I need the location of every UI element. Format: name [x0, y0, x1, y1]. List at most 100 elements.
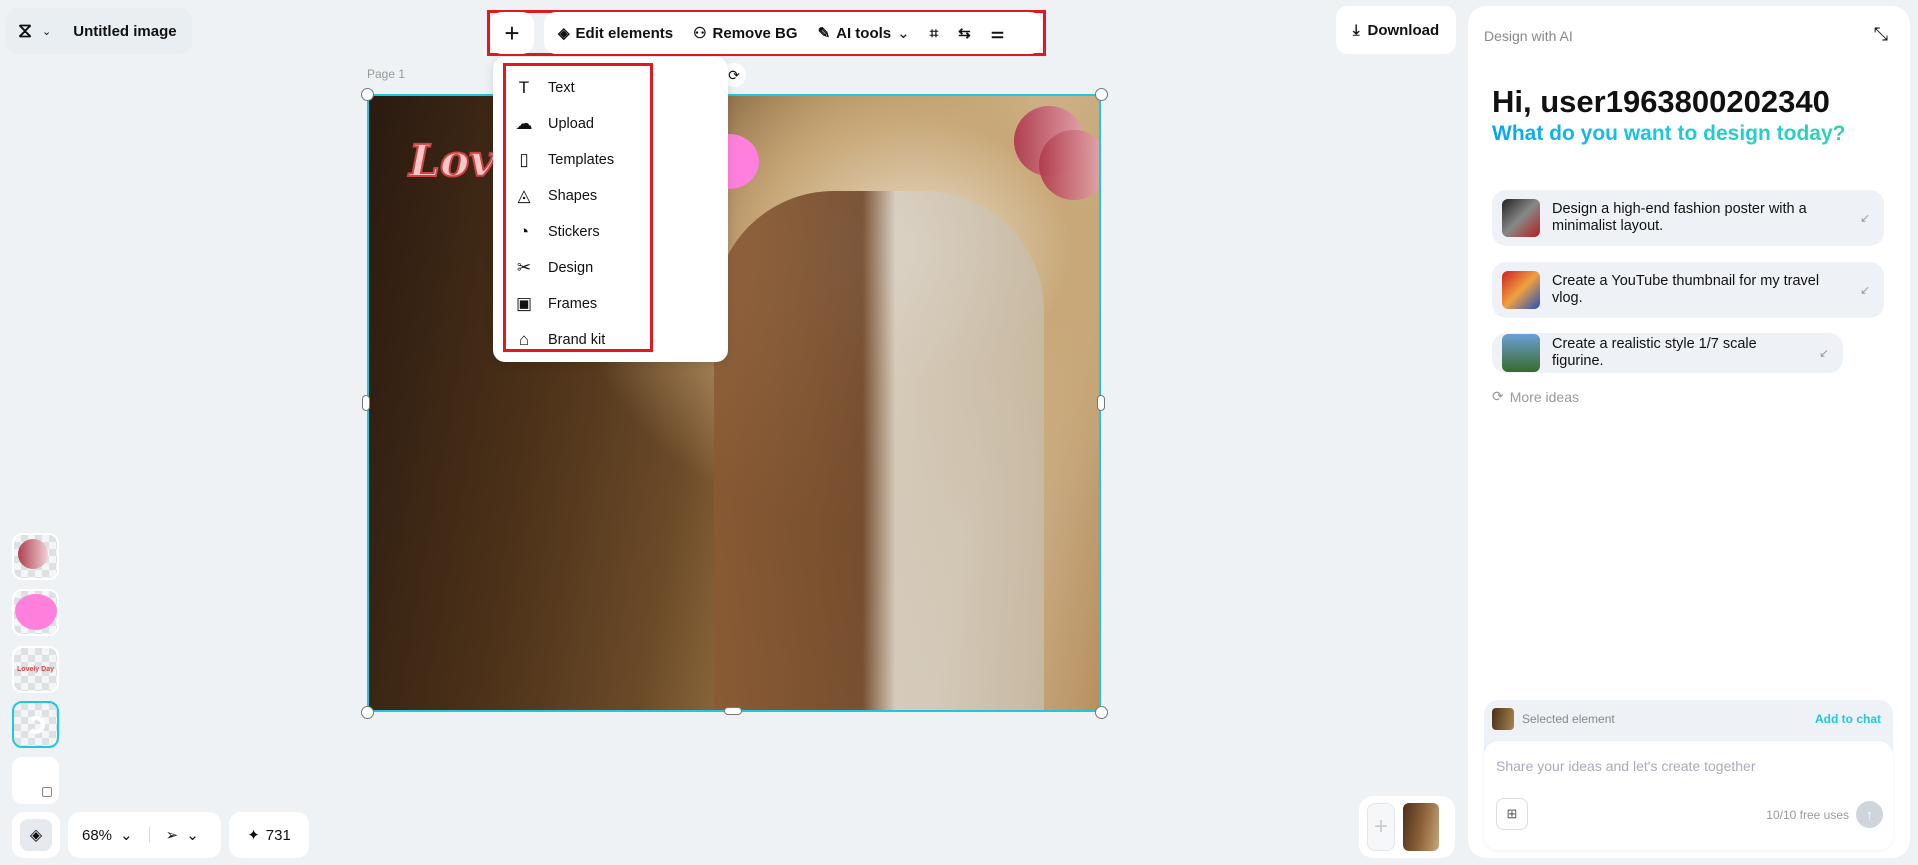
selected-element: Selected element	[1492, 708, 1615, 730]
credits-button[interactable]: ✦ 731	[229, 812, 309, 858]
menu-item-label: Templates	[548, 152, 615, 168]
add-menu-highlight: T Text ☁ Upload ▯ Templates ◬ Shapes ◔ Sticke…	[503, 63, 653, 352]
remove-bg-label: Remove BG	[712, 24, 798, 42]
suggestion-thumbnail	[1502, 199, 1540, 237]
templates-icon: ▯	[519, 150, 529, 169]
adjust-icon[interactable]: ⚌	[991, 24, 1004, 42]
upload-icon: ☁	[515, 114, 533, 133]
layers-icon: ◈	[20, 819, 52, 851]
add-image-icon[interactable]: ⊞	[1496, 798, 1528, 830]
zoom-controls: 68% ⌄ ➢ ⌄	[68, 812, 221, 858]
divider	[148, 827, 150, 843]
refresh-icon: ⟳	[1492, 388, 1504, 404]
download-icon: ⤓	[1352, 21, 1360, 39]
resize-handle[interactable]	[361, 88, 374, 101]
crop-icon[interactable]: ⌗	[930, 25, 938, 42]
ai-panel: Design with AI ⤡ Hi, user1963800202340 W…	[1468, 6, 1910, 858]
toolbar: ◈ Edit elements ⚇ Remove BG ✎ AI tools ⌄ ⌗ ⇆…	[544, 12, 1042, 54]
layer-thumb-circles[interactable]	[12, 533, 59, 580]
suggestion-item[interactable]: Create a realistic style 1/7 scale figur…	[1492, 333, 1843, 373]
frames-icon: ▣	[515, 294, 533, 313]
page-thumbnail[interactable]	[1403, 803, 1439, 851]
layer-thumb-heart[interactable]	[12, 589, 59, 636]
greeting: Hi, user1963800202340	[1492, 84, 1830, 119]
suggestion-thumbnail	[1502, 334, 1540, 372]
chat-input[interactable]: Share your ideas and let's create togeth…	[1496, 758, 1756, 774]
suggestion-item[interactable]: Design a high-end fashion poster with a …	[1492, 190, 1884, 246]
resize-handle[interactable]	[1095, 88, 1108, 101]
menu-item-label: Brand kit	[548, 332, 606, 348]
download-button[interactable]: ⤓ Download	[1336, 6, 1456, 54]
chevron-down-icon[interactable]: ⌄	[120, 826, 133, 844]
chat-composer: Selected element Add to chat Share your …	[1484, 700, 1893, 850]
menu-item-label: Text	[548, 80, 575, 96]
couple-photo-figure	[714, 191, 1044, 710]
menu-item-upload[interactable]: ☁ Upload	[506, 106, 650, 142]
menu-item-brand-kit[interactable]: ⌂ Brand kit	[506, 322, 650, 358]
menu-item-text[interactable]: T Text	[506, 70, 650, 106]
arrow-icon: ↙	[1859, 282, 1870, 297]
remove-bg-button[interactable]: ⚇ Remove BG	[693, 24, 798, 43]
credits-count: 731	[265, 826, 291, 844]
add-menu: T Text ☁ Upload ▯ Templates ◬ Shapes ◔ Sticke…	[493, 57, 728, 362]
chevron-down-icon[interactable]: ⌄	[42, 25, 51, 38]
menu-item-templates[interactable]: ▯ Templates	[506, 142, 650, 178]
ai-tools-label: AI tools	[836, 24, 892, 42]
resize-handle[interactable]	[362, 395, 370, 411]
layer-thumb-text[interactable]: Lovely Day	[12, 646, 59, 693]
logo-icon[interactable]: ⧖	[18, 20, 32, 43]
suggestion-text: Create a realistic style 1/7 scale figur…	[1552, 336, 1757, 369]
subtitle: What do you want to design today?	[1492, 122, 1846, 145]
replace-icon[interactable]: ⇆	[958, 24, 971, 42]
arrow-icon: ↙	[1859, 210, 1870, 225]
magic-wand-icon: ✎	[817, 25, 831, 42]
suggestion-item[interactable]: Create a YouTube thumbnail for my travel…	[1492, 262, 1884, 318]
canvas-image[interactable]: Lov	[367, 94, 1101, 712]
more-ideas-button[interactable]: ⟳ More ideas	[1492, 388, 1579, 405]
add-to-chat-button[interactable]: Add to chat	[1815, 712, 1881, 726]
download-label: Download	[1367, 21, 1440, 39]
chevron-down-icon[interactable]: ⌄	[186, 826, 199, 844]
resize-handle[interactable]	[724, 707, 742, 715]
menu-item-design[interactable]: ✂ Design	[506, 250, 650, 286]
layer-thumb-background[interactable]	[12, 757, 59, 804]
add-page-button[interactable]: +	[1367, 803, 1395, 851]
edit-elements-label: Edit elements	[575, 24, 674, 42]
menu-item-label: Frames	[548, 296, 598, 312]
resize-handle[interactable]	[361, 706, 374, 719]
cursor-icon[interactable]: ➢	[166, 826, 179, 844]
menu-item-label: Shapes	[548, 188, 598, 204]
menu-item-label: Upload	[548, 116, 594, 132]
collapse-icon[interactable]: ⤡	[1874, 24, 1888, 45]
more-ideas-label: More ideas	[1509, 388, 1579, 405]
layers-panel-button[interactable]: ◈	[12, 812, 60, 858]
layer-thumb-photo-loading[interactable]	[12, 701, 59, 748]
design-icon: ✂	[516, 258, 532, 277]
menu-item-frames[interactable]: ▣ Frames	[506, 286, 650, 322]
brand-kit-icon: ⌂	[518, 330, 530, 349]
sparkle-icon: ✦	[247, 827, 260, 844]
edit-elements-button[interactable]: ◈ Edit elements	[558, 24, 674, 43]
circle-shape[interactable]	[1039, 130, 1099, 200]
transparent-icon	[42, 787, 52, 797]
document-title[interactable]: Untitled image	[73, 23, 176, 40]
ai-tools-button[interactable]: ✎ AI tools ⌄	[817, 24, 910, 43]
selected-element-label: Selected element	[1522, 712, 1615, 726]
menu-item-label: Stickers	[548, 224, 600, 240]
resize-handle[interactable]	[1097, 395, 1105, 411]
menu-item-stickers[interactable]: ◔ Stickers	[506, 214, 650, 250]
chevron-down-icon: ⌄	[897, 25, 910, 42]
text-icon: T	[518, 78, 530, 97]
suggestion-thumbnail	[1502, 271, 1540, 309]
canvas-text[interactable]: Lov	[408, 135, 496, 188]
add-button[interactable]: +	[490, 12, 534, 54]
resize-handle[interactable]	[1095, 706, 1108, 719]
send-button[interactable]: ↑	[1856, 801, 1883, 828]
panel-title: Design with AI	[1484, 28, 1573, 44]
pages-panel: +	[1359, 796, 1455, 858]
zoom-level[interactable]: 68%	[82, 827, 112, 844]
suggestion-text: Design a high-end fashion poster with a …	[1552, 201, 1807, 234]
stickers-icon: ◔	[518, 222, 530, 241]
menu-item-shapes[interactable]: ◬ Shapes	[506, 178, 650, 214]
person-icon: ⚇	[693, 25, 707, 42]
